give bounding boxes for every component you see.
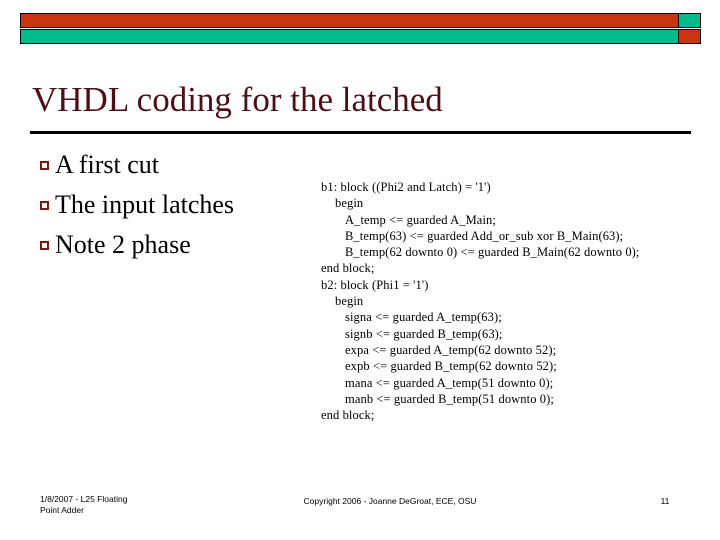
code-line: expa <= guarded A_temp(62 downto 52); [345, 342, 557, 357]
header-bar-bottom [20, 29, 701, 44]
code-line: A_temp <= guarded A_Main; [345, 212, 496, 227]
header-decoration [20, 13, 701, 46]
header-bar-top-main [21, 14, 678, 27]
list-item: A first cut [40, 148, 315, 182]
footer-subject-line: Point Adder [40, 505, 84, 515]
list-item: The input latches [40, 188, 315, 222]
title-divider [30, 131, 691, 134]
page-number: 11 [660, 496, 670, 506]
code-line: manb <= guarded B_temp(51 downto 0); [345, 391, 554, 406]
hollow-square-icon [40, 201, 49, 210]
code-line: begin [335, 294, 364, 309]
code-line: B_temp(63) <= guarded Add_or_sub xor B_M… [345, 228, 624, 243]
code-line: b1: block ((Phi2 and Latch) = '1') [321, 180, 491, 194]
bullet-label: The input latches [55, 190, 235, 219]
code-line: b2: block (Phi1 = '1') [321, 277, 429, 292]
header-bar-top [20, 13, 701, 28]
header-bar-bottom-main [21, 30, 678, 43]
vhdl-code-block: b1: block ((Phi2 and Latch) = '1') begin… [321, 179, 687, 423]
header-bar-top-cap [678, 14, 700, 27]
hollow-square-icon [40, 241, 49, 250]
code-line: mana <= guarded A_temp(51 downto 0); [345, 375, 554, 390]
code-line: signa <= guarded A_temp(63); [345, 310, 502, 325]
footer-copyright: Copyright 2006 - Joanne DeGroat, ECE, OS… [303, 496, 477, 506]
slide-title: VHDL coding for the latched [32, 80, 443, 119]
hollow-square-icon [40, 161, 49, 170]
bullet-list: A first cut The input latches Note 2 pha… [40, 148, 315, 268]
header-bar-bottom-cap [678, 30, 700, 43]
bullet-label: A first cut [55, 150, 159, 179]
footer-left: 1/8/2007 - L25 Floating Point Adder [40, 494, 220, 516]
code-line: signb <= guarded B_temp(63); [345, 326, 503, 341]
bullet-label: Note 2 phase [55, 230, 191, 259]
code-line: end block; [321, 408, 375, 423]
footer-date-line: 1/8/2007 - L25 Floating [40, 494, 128, 504]
code-line: end block; [321, 261, 375, 276]
code-line: expb <= guarded B_temp(62 downto 52); [345, 359, 557, 374]
code-line: B_temp(62 downto 0) <= guarded B_Main(62… [345, 245, 640, 260]
code-line: begin [335, 196, 364, 211]
list-item: Note 2 phase [40, 228, 315, 262]
